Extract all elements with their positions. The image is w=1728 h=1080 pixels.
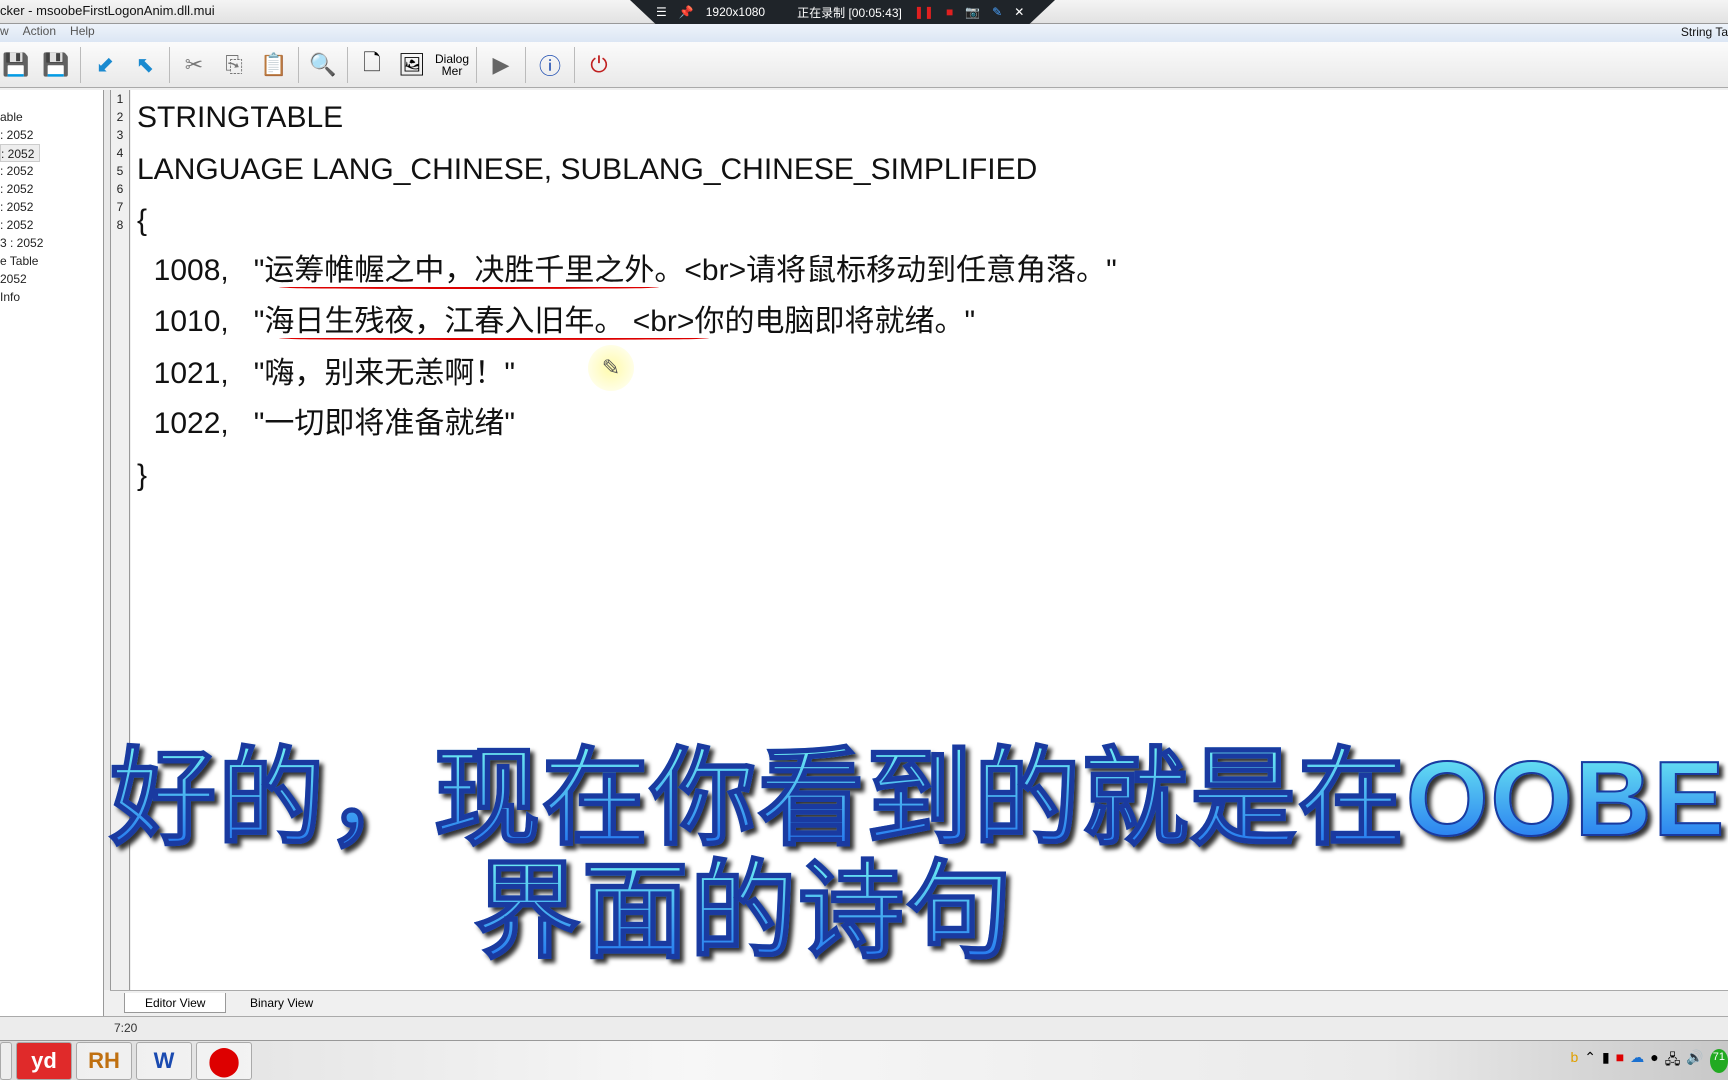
caption-line: 界面的诗句 — [473, 853, 1014, 971]
cut-icon[interactable]: ✂ — [178, 49, 210, 81]
tree-item[interactable]: : 2052 — [0, 198, 103, 216]
line-number: 7 — [116, 200, 124, 214]
status-bar: 7:20 — [0, 1016, 1728, 1040]
add-resource-icon[interactable]: 🗋 — [356, 49, 388, 81]
code-line: 1022, "一切即将准备就绪" — [137, 407, 516, 440]
tree-item[interactable]: : 2052 — [0, 126, 103, 144]
window-title: cker - msoobeFirstLogonAnim.dll.mui — [0, 3, 215, 18]
tree-item[interactable]: 3 : 2052 — [0, 234, 103, 252]
tree-item[interactable]: able — [0, 108, 103, 126]
export-icon[interactable]: ⬉ — [129, 49, 161, 81]
battery-icon[interactable]: ▮ — [1602, 1049, 1610, 1073]
caption-line: 好的，现在你看到的就是在OOBE — [109, 740, 1727, 858]
line-number: 6 — [116, 182, 124, 196]
paste-icon[interactable]: 📋 — [258, 49, 290, 81]
tree-item[interactable]: : 2052 — [0, 216, 103, 234]
taskbar-folder[interactable] — [0, 1041, 12, 1080]
run-script-icon[interactable]: ▶ — [485, 49, 517, 81]
network-icon[interactable]: 🖧 — [1665, 1049, 1681, 1073]
save-as-icon[interactable]: 💾 — [40, 49, 72, 81]
tree-item[interactable]: e Table — [0, 252, 103, 270]
line-number: 2 — [116, 110, 124, 124]
tab-binary-view[interactable]: Binary View — [230, 993, 333, 1013]
resource-tree: able : 2052 : 2052 : 2052 : 2052 : 2052 … — [0, 90, 104, 1020]
divider — [298, 46, 299, 83]
line-number: 3 — [116, 128, 124, 142]
code-line: } — [137, 459, 148, 492]
record-icon: ⬤ — [208, 1045, 240, 1076]
tree-item[interactable]: : 2052 — [0, 162, 103, 180]
toolbar: 💾 💾 ⬋ ⬉ ✂ ⎘ 📋 🔍 🗋 🖼 Dialog Mer ▶ ⓘ ⏻ — [0, 42, 1728, 88]
taskbar-reshacker[interactable]: RH — [76, 1041, 132, 1080]
info-icon[interactable]: ⓘ — [534, 49, 566, 81]
pause-icon[interactable]: ❚❚ — [914, 5, 934, 19]
tree-item[interactable]: 2052 — [0, 270, 103, 288]
divider — [80, 46, 81, 83]
close-icon[interactable]: ✕ — [1014, 5, 1024, 19]
pin-icon[interactable]: 📌 — [679, 5, 694, 19]
line-number: 5 — [116, 164, 124, 178]
merger-label: Mer — [441, 63, 463, 78]
tree-item[interactable]: Info — [0, 288, 103, 306]
menu-bar: w Action Help String Ta — [0, 24, 1728, 42]
code-line: 1008, "运筹帷幄之中，决胜千里之外。<br>请将鼠标移动到任意角落。" — [137, 254, 1117, 287]
camera-icon[interactable]: 📷 — [965, 5, 980, 19]
recorder-status: 正在录制 [00:05:43] — [797, 5, 902, 20]
copy-icon[interactable]: ⎘ — [218, 49, 250, 81]
cloud-icon[interactable]: ☁ — [1630, 1049, 1644, 1073]
code-line: STRINGTABLE — [137, 101, 344, 134]
volume-icon[interactable]: 🔊 — [1686, 1049, 1703, 1073]
code-line: 1021, "嗨，别来无恙啊！" — [137, 357, 516, 390]
dialog-merger-icon[interactable]: Dialog Mer — [434, 49, 470, 81]
youdao-tray-icon[interactable]: ■ — [1616, 1049, 1624, 1073]
view-tabs: Editor View Binary View — [110, 990, 1728, 1014]
annotation-underline — [279, 337, 709, 340]
line-number: 8 — [116, 218, 124, 232]
menu-icon[interactable]: ☰ — [656, 5, 667, 19]
taskbar-word[interactable]: W — [136, 1041, 192, 1080]
code-line: { — [137, 204, 148, 237]
menu-view[interactable]: w — [0, 24, 9, 42]
tree-item[interactable]: : 2052 — [0, 180, 103, 198]
divider — [169, 46, 170, 83]
divider — [476, 46, 477, 83]
power-icon[interactable]: ⏻ — [583, 49, 615, 81]
code-line: 1010, "海日生残夜，江春入旧年。 <br>你的电脑即将就绪。" — [137, 305, 976, 338]
taskbar-youdao[interactable]: yd — [16, 1041, 72, 1080]
taskbar: yd RH W ⬤ b ⌃ ▮ ■ ☁ ● 🖧 🔊 71 — [0, 1040, 1728, 1080]
search-icon[interactable]: 🔍 — [307, 49, 339, 81]
save-icon[interactable]: 💾 — [0, 49, 32, 81]
divider — [347, 46, 348, 83]
divider — [574, 46, 575, 83]
record-tray-icon[interactable]: ● — [1650, 1049, 1658, 1073]
badge[interactable]: 71 — [1709, 1049, 1728, 1073]
tree-item-selected[interactable]: : 2052 — [0, 144, 40, 162]
system-tray: b ⌃ ▮ ■ ☁ ● 🖧 🔊 71 — [1571, 1049, 1728, 1073]
recorder-resolution: 1920x1080 — [705, 5, 766, 19]
pen-icon[interactable]: ✎ — [992, 5, 1002, 19]
line-number: 4 — [116, 146, 124, 160]
code-line: LANGUAGE LANG_CHINESE, SUBLANG_CHINESE_S… — [137, 153, 1038, 186]
taskbar-recorder[interactable]: ⬤ — [196, 1041, 252, 1080]
dialog-label: Dialog — [434, 51, 470, 66]
import-icon[interactable]: ⬋ — [89, 49, 121, 81]
resource-type-label: String Ta — [1680, 25, 1728, 39]
expand-tray-icon[interactable]: ⌃ — [1584, 1049, 1596, 1073]
bing-icon[interactable]: b — [1571, 1049, 1579, 1073]
add-image-icon[interactable]: 🖼 — [396, 49, 428, 81]
tab-editor-view[interactable]: Editor View — [124, 993, 227, 1013]
menu-action[interactable]: Action — [23, 24, 56, 42]
annotation-underline — [279, 286, 659, 289]
divider — [525, 46, 526, 83]
stop-icon[interactable]: ■ — [946, 5, 953, 19]
menu-help[interactable]: Help — [70, 24, 95, 42]
cursor-position: 7:20 — [114, 1021, 138, 1035]
screen-recorder-bar: ☰ 📌 1920x1080 正在录制 [00:05:43] ❚❚ ■ 📷 ✎ ✕ — [630, 0, 1055, 24]
line-number: 1 — [116, 92, 124, 106]
pen-cursor-icon: ✎ — [588, 345, 634, 391]
